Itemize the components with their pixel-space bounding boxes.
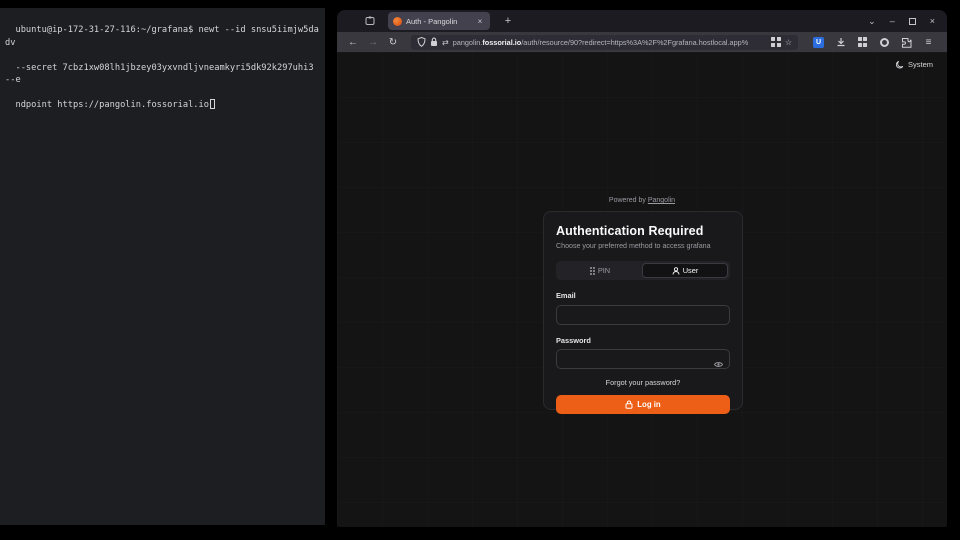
extension-blue-icon[interactable]: U — [812, 36, 825, 49]
close-window-button[interactable]: × — [930, 16, 935, 26]
auth-method-tabs: PIN User — [556, 261, 730, 280]
show-password-eye-icon[interactable] — [714, 355, 723, 373]
window-controls: ⌄ – × — [868, 16, 935, 27]
email-field[interactable] — [556, 305, 730, 325]
tab-title: Auth - Pangolin — [406, 17, 471, 26]
lock-icon — [625, 400, 633, 409]
extension-ring-icon[interactable] — [878, 36, 891, 49]
terminal-window[interactable]: ubuntu@ip-172-31-27-116:~/grafana$ newt … — [0, 8, 325, 525]
page-content: System Powered by Pangolin Authenticatio… — [337, 52, 947, 527]
tab-pin[interactable]: PIN — [558, 263, 642, 278]
extension-grid-icon[interactable] — [856, 36, 869, 49]
tab-user[interactable]: User — [642, 263, 728, 278]
containers-grid-icon[interactable] — [771, 37, 781, 47]
card-title: Authentication Required — [556, 224, 730, 238]
moon-icon — [896, 61, 904, 69]
permissions-swap-icon[interactable]: ⇄ — [442, 38, 449, 47]
reload-button[interactable]: ↻ — [385, 37, 401, 48]
user-icon — [672, 267, 680, 275]
tracking-protection-shield-icon[interactable] — [417, 37, 426, 47]
auth-card: Authentication Required Choose your pref… — [543, 211, 743, 410]
forward-button[interactable]: → — [365, 37, 381, 48]
hamburger-menu-icon[interactable]: ≡ — [922, 36, 935, 49]
tab-strip: Auth - Pangolin × + ⌄ – × — [337, 10, 947, 32]
firefox-view-icon[interactable] — [361, 13, 379, 29]
extensions-puzzle-icon[interactable] — [900, 36, 913, 49]
card-subtitle: Choose your preferred method to access g… — [556, 242, 730, 250]
back-button[interactable]: ← — [345, 37, 361, 48]
tab-auth-pangolin[interactable]: Auth - Pangolin × — [388, 12, 490, 30]
list-all-tabs-icon[interactable]: ⌄ — [868, 16, 876, 27]
keypad-icon — [590, 267, 595, 275]
lock-icon[interactable] — [430, 37, 438, 47]
pangolin-favicon — [393, 17, 402, 26]
password-field[interactable] — [556, 349, 730, 369]
maximize-button[interactable] — [909, 18, 916, 25]
new-tab-button[interactable]: + — [500, 13, 516, 29]
browser-window: Auth - Pangolin × + ⌄ – × ← → ↻ ⇄ pangol… — [337, 10, 947, 527]
bookmark-star-icon[interactable]: ☆ — [785, 38, 792, 47]
terminal-line: --secret 7cbz1xw08lh1jbzey03yxvndljvneam… — [5, 63, 319, 85]
pangolin-link[interactable]: Pangolin — [648, 197, 675, 204]
theme-toggle[interactable]: System — [896, 60, 933, 69]
downloads-icon[interactable] — [834, 36, 847, 49]
powered-by: Powered by Pangolin — [337, 197, 947, 204]
terminal-line: ndpoint https://pangolin.fossorial.io — [15, 100, 209, 110]
tab-close-icon[interactable]: × — [475, 16, 485, 26]
url-text: pangolin.fossorial.io/auth/resource/90?r… — [453, 38, 768, 47]
navigation-bar: ← → ↻ ⇄ pangolin.fossorial.io/auth/resou… — [337, 32, 947, 52]
toolbar-extension-icons: U ≡ — [812, 36, 935, 49]
terminal-line: ubuntu@ip-172-31-27-116:~/grafana$ newt … — [5, 25, 319, 47]
forgot-password-link[interactable]: Forgot your password? — [556, 378, 730, 387]
theme-toggle-label: System — [908, 60, 933, 69]
password-label: Password — [556, 336, 730, 345]
minimize-button[interactable]: – — [890, 16, 895, 26]
email-label: Email — [556, 291, 730, 300]
terminal-cursor — [210, 99, 215, 109]
login-button[interactable]: Log in — [556, 395, 730, 414]
url-bar[interactable]: ⇄ pangolin.fossorial.io/auth/resource/90… — [411, 35, 798, 50]
